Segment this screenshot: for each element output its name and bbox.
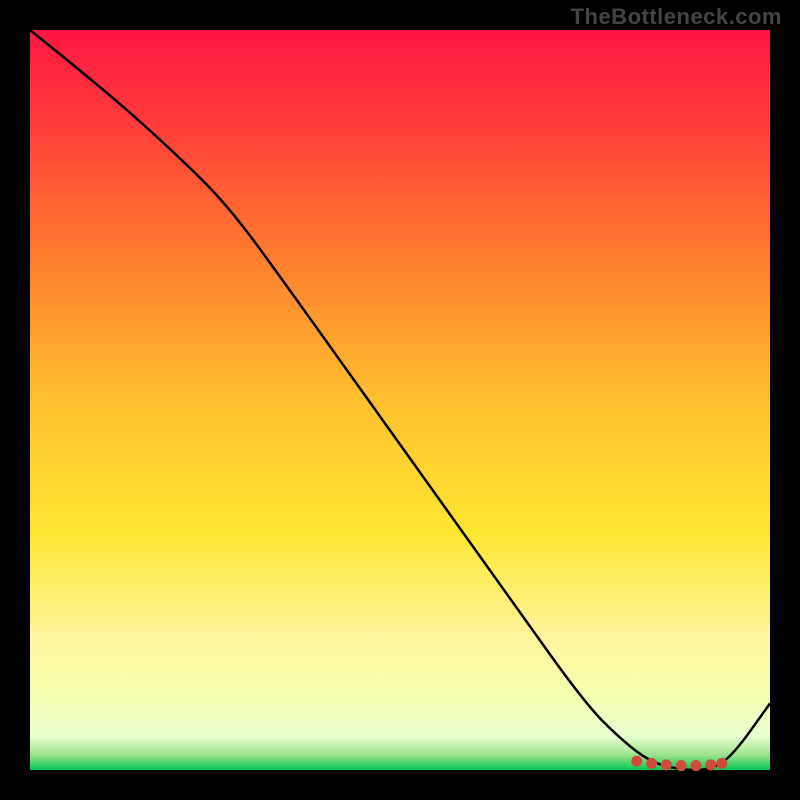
- highlight-marker: [705, 759, 716, 770]
- plot-background: [30, 30, 770, 770]
- bottleneck-chart: [0, 0, 800, 800]
- highlight-marker: [646, 758, 657, 769]
- highlight-marker: [631, 756, 642, 767]
- chart-container: TheBottleneck.com: [0, 0, 800, 800]
- highlight-marker: [691, 760, 702, 771]
- highlight-marker: [676, 760, 687, 771]
- watermark-text: TheBottleneck.com: [571, 4, 782, 30]
- highlight-marker: [661, 759, 672, 770]
- highlight-marker: [716, 758, 727, 769]
